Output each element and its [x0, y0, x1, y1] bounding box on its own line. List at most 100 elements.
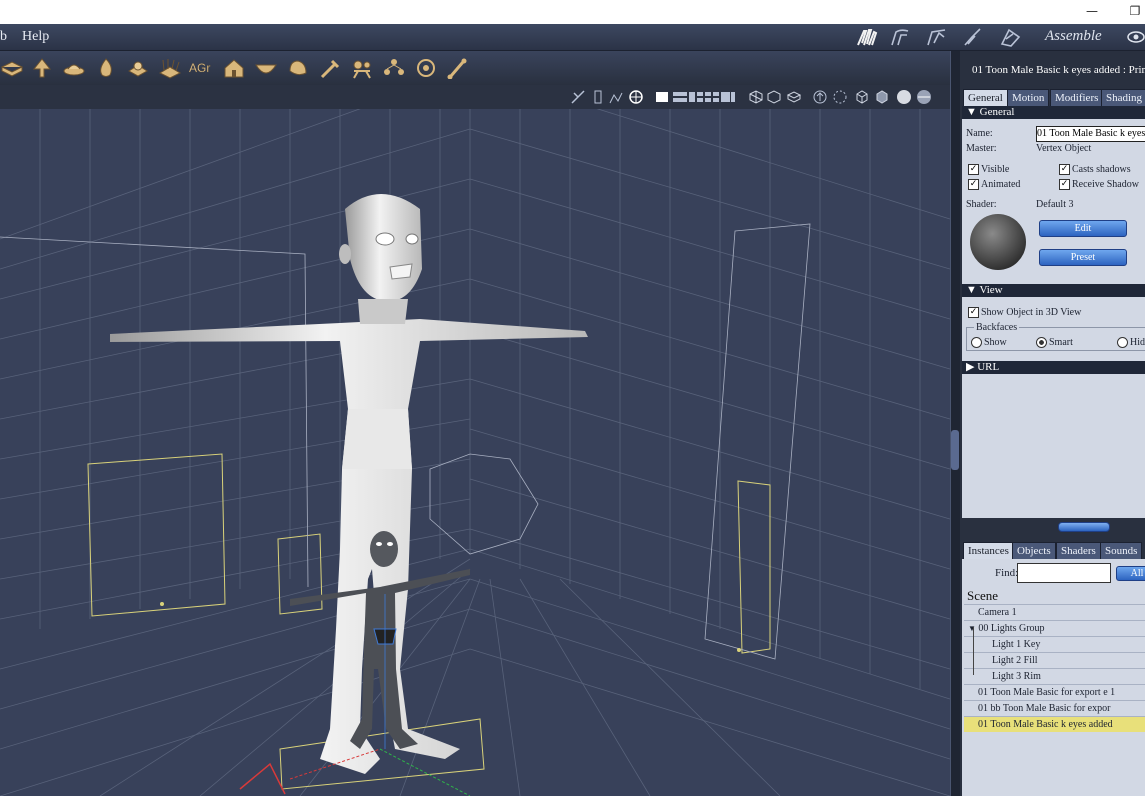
tab-motion[interactable]: Motion	[1007, 89, 1050, 106]
find-input[interactable]	[1017, 563, 1111, 583]
large-toon-figure	[110, 194, 588, 774]
splitter-handle[interactable]	[951, 430, 959, 470]
hammer-icon[interactable]	[318, 57, 342, 79]
tab-sounds[interactable]: Sounds	[1100, 542, 1143, 559]
tree-icon[interactable]	[30, 57, 54, 79]
backfaces-show-radio[interactable]	[971, 337, 982, 348]
3d-viewport[interactable]	[0, 109, 950, 796]
panel-divider-handle[interactable]	[1058, 522, 1110, 532]
layout-side-icon[interactable]	[720, 89, 736, 105]
cloud-icon[interactable]	[126, 57, 150, 79]
scene-row-toon-eyes-selected[interactable]: 01 Toon Male Basic k eyes added	[964, 716, 1145, 732]
find-all-button[interactable]: All	[1116, 566, 1145, 581]
bowl-icon[interactable]	[254, 57, 278, 79]
triangle-down-icon: ▼	[968, 624, 976, 633]
cloth-room-icon[interactable]	[999, 27, 1021, 47]
wireframe-box-icon[interactable]	[748, 89, 764, 105]
shaded-box-icon[interactable]	[766, 89, 782, 105]
smooth-sphere-icon[interactable]	[896, 89, 912, 105]
minimize-button[interactable]: —	[1082, 2, 1102, 20]
url-section-header[interactable]: ▶ URL	[962, 361, 1145, 374]
backfaces-hide-label: Hid	[1130, 337, 1145, 348]
viewport-toolbar	[0, 85, 952, 110]
group-icon[interactable]	[382, 57, 406, 79]
tab-shading[interactable]: Shading	[1101, 89, 1145, 106]
layout-two-icon[interactable]	[672, 89, 688, 105]
scene-row-bb-toon[interactable]: 01 bb Toon Male Basic for expor	[964, 700, 1145, 716]
terrain-icon[interactable]	[62, 57, 86, 79]
animated-checkbox[interactable]: ✓	[968, 179, 979, 190]
tree-line	[973, 627, 974, 675]
name-field[interactable]: 01 Toon Male Basic k eyes	[1036, 126, 1145, 142]
tab-shaders[interactable]: Shaders	[1056, 542, 1101, 559]
layout-four-icon[interactable]	[704, 89, 720, 105]
layout-three-icon[interactable]	[688, 89, 704, 105]
agr-icon[interactable]: AGr	[188, 57, 216, 79]
room-assemble-label[interactable]: Assemble	[1045, 28, 1102, 45]
find-label: Find:	[995, 567, 1019, 579]
wall-grid	[0, 109, 950, 796]
textured-sphere-icon[interactable]	[916, 89, 932, 105]
visible-checkbox[interactable]: ✓	[968, 164, 979, 175]
show-in-3d-label: Show Object in 3D View	[981, 307, 1082, 318]
scene-row-toon-export[interactable]: 01 Toon Male Basic for export e 1	[964, 684, 1145, 700]
move-light-icon[interactable]	[570, 89, 586, 105]
solid-cube-icon[interactable]	[874, 89, 890, 105]
preset-shader-button[interactable]: Preset	[1039, 249, 1127, 266]
receive-shadow-checkbox[interactable]: ✓	[1059, 179, 1070, 190]
shader-value: Default 3	[1036, 199, 1074, 210]
tab-general[interactable]: General	[963, 89, 1008, 106]
show-in-3d-checkbox[interactable]: ✓	[968, 307, 979, 318]
eye-icon[interactable]	[1127, 30, 1145, 44]
scene-row-light-key[interactable]: Light 1 Key	[964, 636, 1145, 652]
tab-objects[interactable]: Objects	[1012, 542, 1056, 559]
backfaces-label: Backfaces	[974, 322, 1020, 333]
casts-shadows-label: Casts shadows	[1072, 164, 1131, 175]
backfaces-hide-radio[interactable]	[1117, 337, 1128, 348]
pose-icon[interactable]	[608, 89, 624, 105]
casts-shadows-checkbox[interactable]: ✓	[1059, 164, 1070, 175]
tab-instances[interactable]: Instances	[963, 542, 1014, 559]
shader-preview-sphere[interactable]	[969, 213, 1027, 271]
scene-row-label: Light 2 Fill	[992, 655, 1038, 666]
backfaces-smart-radio[interactable]	[1036, 337, 1047, 348]
house-icon[interactable]	[222, 57, 246, 79]
bone-icon[interactable]	[446, 57, 470, 79]
scene-row-camera[interactable]: Camera 1	[964, 604, 1145, 620]
rock-icon[interactable]	[286, 57, 310, 79]
restore-button[interactable]: ❐	[1125, 2, 1145, 20]
grass-icon[interactable]	[158, 57, 182, 79]
shader-label: Shader:	[966, 199, 997, 210]
brush-room-icon[interactable]	[962, 27, 984, 47]
scene-title: Scene	[967, 588, 999, 603]
scene-row-lights-group[interactable]: ▼ 00 Lights Group	[964, 620, 1145, 636]
menu-help[interactable]: Help	[22, 28, 49, 46]
layout-single-icon[interactable]	[654, 89, 670, 105]
cube-icon[interactable]	[0, 57, 24, 79]
dotted-sphere-icon[interactable]	[832, 89, 848, 105]
bounding-box-icon[interactable]	[786, 89, 802, 105]
menu-bar: b Help Assemble	[0, 24, 1145, 51]
scene-row-light-fill[interactable]: Light 2 Fill	[964, 652, 1145, 668]
rotate-icon[interactable]	[590, 89, 606, 105]
gizmo-icon[interactable]	[628, 89, 644, 105]
tab-modifiers[interactable]: Modifiers	[1050, 89, 1104, 106]
animated-label: Animated	[981, 179, 1021, 190]
scene-row-label: Camera 1	[978, 607, 1017, 618]
backfaces-show-label: Show	[984, 337, 1007, 348]
url-section-title: URL	[977, 361, 1000, 373]
view-section-header[interactable]: ▼ View	[962, 284, 1145, 297]
flame-icon[interactable]	[94, 57, 118, 79]
menu-item-partial[interactable]: b	[0, 28, 7, 46]
target-icon[interactable]	[414, 57, 438, 79]
arrow-up-circle-icon[interactable]	[812, 89, 828, 105]
camera-rig-icon[interactable]	[350, 57, 374, 79]
scene-row-light-rim[interactable]: Light 3 Rim	[964, 668, 1145, 684]
hand-room-icon[interactable]	[856, 27, 878, 47]
pose-room-icon[interactable]	[889, 27, 911, 47]
face-room-icon[interactable]	[925, 27, 947, 47]
triangle-down-icon: ▼	[966, 284, 977, 296]
wire-cube-icon[interactable]	[854, 89, 870, 105]
general-section-header[interactable]: ▼ General	[962, 106, 1145, 119]
edit-shader-button[interactable]: Edit	[1039, 220, 1127, 237]
